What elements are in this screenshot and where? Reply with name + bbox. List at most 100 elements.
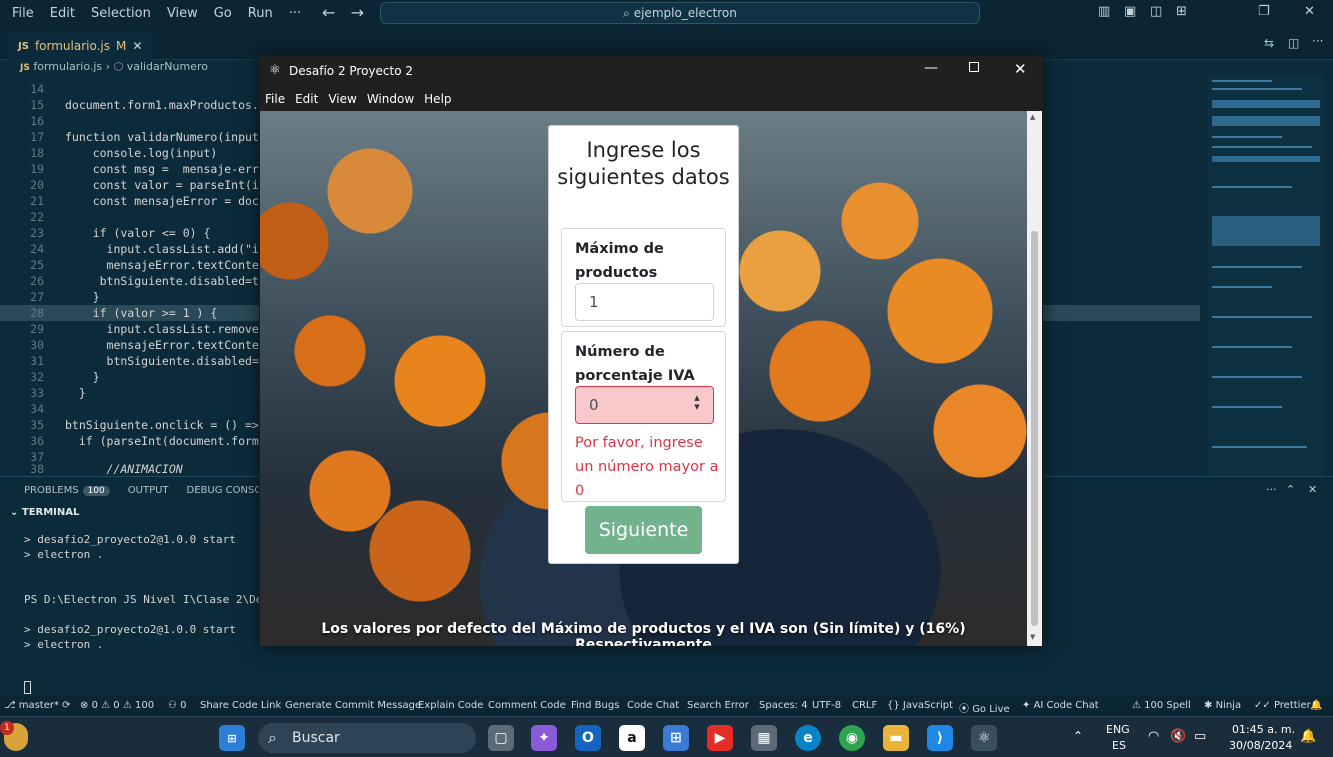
form-card: Ingrese los siguientes datos Máximo de p…: [548, 125, 739, 564]
status-spaces[interactable]: Spaces: 4: [759, 700, 808, 711]
maximize-panel-icon[interactable]: ⌃: [1286, 483, 1295, 496]
language-bottom[interactable]: ES: [1112, 739, 1126, 752]
status-comment-code[interactable]: Comment Code: [488, 700, 566, 711]
chrome-icon[interactable]: ◉: [839, 725, 865, 751]
number-spinner[interactable]: ▲ ▼: [692, 394, 702, 412]
status-search-error[interactable]: Search Error: [687, 700, 749, 711]
notifications-bell-icon[interactable]: 🔔: [1300, 729, 1316, 744]
panel-toggle-icon[interactable]: ▣: [1124, 4, 1136, 19]
spin-down-icon[interactable]: ▼: [694, 403, 699, 411]
status-language[interactable]: {} JavaScript: [887, 700, 953, 711]
minimap[interactable]: [1208, 76, 1323, 476]
electron-taskbar-icon[interactable]: ⚛: [971, 725, 997, 751]
compare-icon[interactable]: ⇆: [1264, 36, 1274, 50]
clock-time[interactable]: 01:45 a. m.: [1232, 723, 1295, 736]
task-view-icon[interactable]: ▢: [488, 725, 514, 751]
status-share-code-link[interactable]: Share Code Link: [200, 700, 281, 711]
menu-selection[interactable]: Selection: [83, 6, 159, 21]
status-spell[interactable]: ⚠ 100 Spell: [1132, 700, 1191, 711]
outlook-icon[interactable]: O: [575, 725, 601, 751]
menu-go[interactable]: Go: [206, 6, 240, 21]
electron-menu-window[interactable]: Window: [362, 92, 419, 106]
taskbar-search[interactable]: ⌕ Buscar: [258, 723, 476, 753]
status-bar: ⎇ master* ⟳ ⊗ 0 ⚠ 0 ⚠ 100 ⚇ 0 Share Code…: [0, 696, 1333, 716]
vscode-icon[interactable]: ⟩: [927, 725, 953, 751]
windows-taskbar: 1 ⊞ ⌕ Buscar ▢ ✦ O a ⊞ ▶ ▦ e ◉ ▬ ⟩ ⚛ ⌃ E…: [0, 716, 1333, 757]
max-products-label: Máximo de productos: [575, 241, 664, 281]
sidebar-toggle-icon[interactable]: ◫: [1150, 4, 1162, 19]
breadcrumb-symbol[interactable]: validarNumero: [127, 60, 208, 73]
command-center[interactable]: ⌕ ejemplo_electron: [380, 2, 980, 24]
status-ai-chat[interactable]: ✦ AI Code Chat: [1022, 700, 1099, 711]
nav-arrows: ← →: [322, 3, 364, 22]
status-generate-commit[interactable]: Generate Commit Message: [285, 700, 421, 711]
electron-menu-edit[interactable]: Edit: [290, 92, 323, 106]
split-editor-icon[interactable]: ◫: [1288, 36, 1299, 50]
bell-icon[interactable]: 🔔: [1310, 700, 1322, 711]
tab-close-icon[interactable]: ✕: [132, 39, 142, 53]
maximize-icon[interactable]: [969, 62, 979, 72]
battery-icon[interactable]: ▭: [1194, 729, 1206, 744]
status-go-live[interactable]: ⦿ Go Live: [959, 700, 1010, 715]
clock-date[interactable]: 30/08/2024: [1229, 739, 1292, 752]
calculator-icon[interactable]: ▦: [751, 725, 777, 751]
electron-menu-file[interactable]: File: [260, 92, 290, 106]
status-encoding[interactable]: UTF-8: [812, 700, 841, 711]
tab-formulario[interactable]: JS formulario.js M ✕: [8, 32, 153, 60]
copilot-icon[interactable]: ✦: [531, 725, 557, 751]
windows-start-icon[interactable]: ⊞: [219, 725, 245, 751]
breadcrumb-file[interactable]: formulario.js: [33, 60, 102, 73]
electron-menu-view[interactable]: View: [323, 92, 361, 106]
status-find-bugs[interactable]: Find Bugs: [571, 700, 619, 711]
menu-more[interactable]: ···: [281, 6, 309, 21]
electron-menu-help[interactable]: Help: [419, 92, 456, 106]
panel-more-icon[interactable]: ···: [1266, 483, 1277, 496]
max-products-input[interactable]: 1: [575, 283, 714, 321]
breadcrumb: JS formulario.js › ⬡ validarNumero: [20, 60, 208, 73]
tab-output[interactable]: OUTPUT: [128, 485, 169, 496]
tab-problems[interactable]: PROBLEMS 100: [24, 485, 110, 496]
status-code-chat[interactable]: Code Chat: [627, 700, 679, 711]
store-icon[interactable]: ⊞: [663, 725, 689, 751]
status-eol[interactable]: CRLF: [852, 700, 877, 711]
file-explorer-icon[interactable]: ▬: [883, 725, 909, 751]
scroll-down-icon[interactable]: ▼: [1030, 633, 1035, 641]
menu-edit[interactable]: Edit: [42, 6, 83, 21]
tab-label: formulario.js: [34, 39, 111, 53]
menu-run[interactable]: Run: [240, 6, 281, 21]
close-window-icon[interactable]: ✕: [1014, 60, 1027, 78]
status-prettier[interactable]: ✓✓ Prettier: [1254, 700, 1311, 711]
status-explain-code[interactable]: Explain Code: [418, 700, 483, 711]
problems-status[interactable]: ⊗ 0 ⚠ 0 ⚠ 100: [80, 700, 154, 711]
terminal-header[interactable]: ⌄ TERMINAL: [10, 507, 79, 518]
menu-view[interactable]: View: [159, 6, 206, 21]
amazon-icon[interactable]: a: [619, 725, 645, 751]
volume-icon[interactable]: 🔇: [1170, 729, 1186, 744]
search-icon: ⌕: [268, 728, 277, 747]
branch-status[interactable]: ⎇ master* ⟳: [4, 700, 71, 711]
language-top[interactable]: ENG: [1106, 723, 1130, 736]
more-actions-icon[interactable]: ···: [1312, 34, 1323, 48]
spin-up-icon[interactable]: ▲: [694, 394, 699, 402]
iva-input[interactable]: 0 ▲ ▼: [575, 386, 714, 424]
youtube-icon[interactable]: ▶: [707, 725, 733, 751]
ports-status[interactable]: ⚇ 0: [168, 700, 187, 711]
forward-arrow-icon[interactable]: →: [351, 3, 364, 22]
close-panel-icon[interactable]: ✕: [1308, 483, 1317, 496]
restore-icon[interactable]: ❐: [1258, 4, 1270, 19]
minimize-icon[interactable]: —: [924, 60, 938, 76]
layout-icon[interactable]: ▥: [1098, 4, 1110, 19]
scrollbar-thumb[interactable]: [1031, 231, 1038, 626]
customize-layout-icon[interactable]: ⊞: [1176, 4, 1187, 19]
siguiente-button[interactable]: Siguiente: [585, 506, 702, 554]
back-arrow-icon[interactable]: ←: [322, 3, 335, 22]
edge-icon[interactable]: e: [795, 725, 821, 751]
wifi-icon[interactable]: ◠: [1148, 729, 1159, 744]
close-icon[interactable]: ✕: [1304, 4, 1315, 19]
electron-titlebar[interactable]: ⚛ Desafío 2 Proyecto 2 — ✕: [260, 56, 1042, 86]
scroll-up-icon[interactable]: ▲: [1030, 113, 1035, 121]
electron-scrollbar[interactable]: ▲ ▼: [1027, 111, 1042, 646]
menu-file[interactable]: File: [4, 6, 42, 21]
status-ninja[interactable]: ✱ Ninja: [1204, 700, 1241, 711]
show-hidden-icons-icon[interactable]: ⌃: [1073, 729, 1083, 743]
